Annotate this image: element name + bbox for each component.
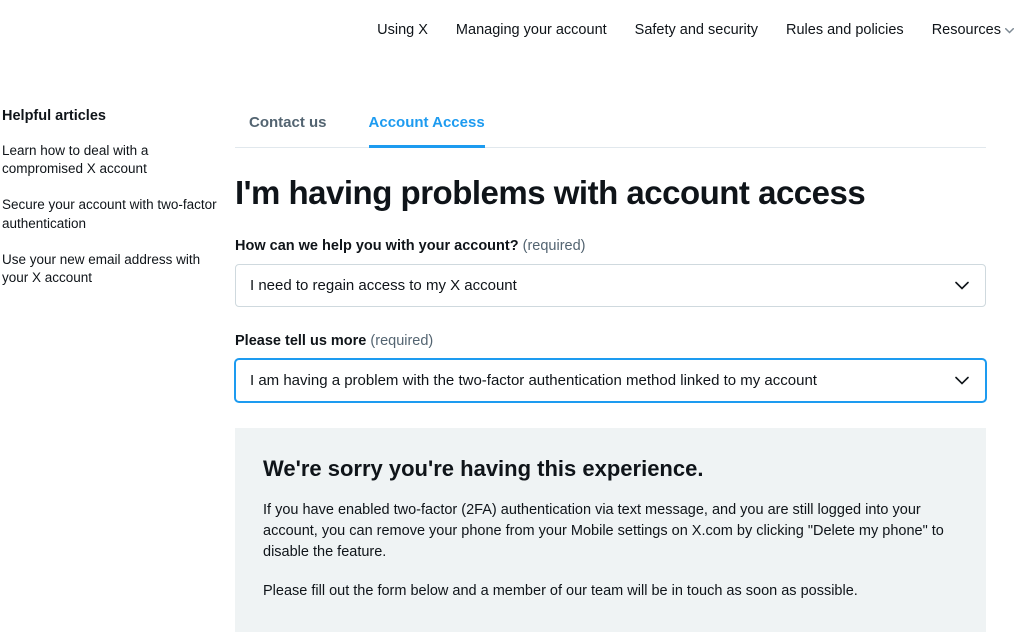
select-tell-us-more-value: I am having a problem with the two-facto… xyxy=(250,372,817,389)
sidebar-link-compromised[interactable]: Learn how to deal with a compromised X a… xyxy=(2,142,217,178)
nav-safety-security[interactable]: Safety and security xyxy=(635,22,758,38)
info-heading: We're sorry you're having this experienc… xyxy=(263,456,958,482)
field1-required: (required) xyxy=(523,238,586,254)
tabs: Contact us Account Access xyxy=(235,108,986,148)
select-how-help[interactable]: I need to regain access to my X account xyxy=(235,264,986,307)
select-how-help-value: I need to regain access to my X account xyxy=(250,277,517,294)
info-paragraph-1: If you have enabled two-factor (2FA) aut… xyxy=(263,500,958,563)
field2-label-text: Please tell us more xyxy=(235,333,366,349)
nav-rules-policies[interactable]: Rules and policies xyxy=(786,22,904,38)
tab-contact-us[interactable]: Contact us xyxy=(249,108,327,147)
nav-resources-label: Resources xyxy=(932,22,1001,38)
chevron-down-icon xyxy=(1005,26,1014,37)
main-content: Contact us Account Access I'm having pro… xyxy=(235,108,1024,632)
sidebar-title: Helpful articles xyxy=(2,108,217,124)
chevron-down-icon xyxy=(955,281,969,290)
field1-label: How can we help you with your account? (… xyxy=(235,238,986,254)
top-navigation: Using X Managing your account Safety and… xyxy=(0,0,1024,38)
select-tell-us-more[interactable]: I am having a problem with the two-facto… xyxy=(235,359,986,402)
sidebar-link-email[interactable]: Use your new email address with your X a… xyxy=(2,251,217,287)
page-title: I'm having problems with account access xyxy=(235,174,986,212)
sidebar-link-2fa[interactable]: Secure your account with two-factor auth… xyxy=(2,196,217,232)
info-box: We're sorry you're having this experienc… xyxy=(235,428,986,632)
nav-managing-account[interactable]: Managing your account xyxy=(456,22,607,38)
nav-using-x[interactable]: Using X xyxy=(377,22,428,38)
field2-label: Please tell us more (required) xyxy=(235,333,986,349)
chevron-down-icon xyxy=(955,376,969,385)
nav-resources[interactable]: Resources xyxy=(932,22,1014,38)
info-paragraph-2: Please fill out the form below and a mem… xyxy=(263,581,958,602)
tab-account-access[interactable]: Account Access xyxy=(369,108,485,148)
field1-label-text: How can we help you with your account? xyxy=(235,238,519,254)
sidebar: Helpful articles Learn how to deal with … xyxy=(0,108,235,632)
field2-required: (required) xyxy=(370,333,433,349)
